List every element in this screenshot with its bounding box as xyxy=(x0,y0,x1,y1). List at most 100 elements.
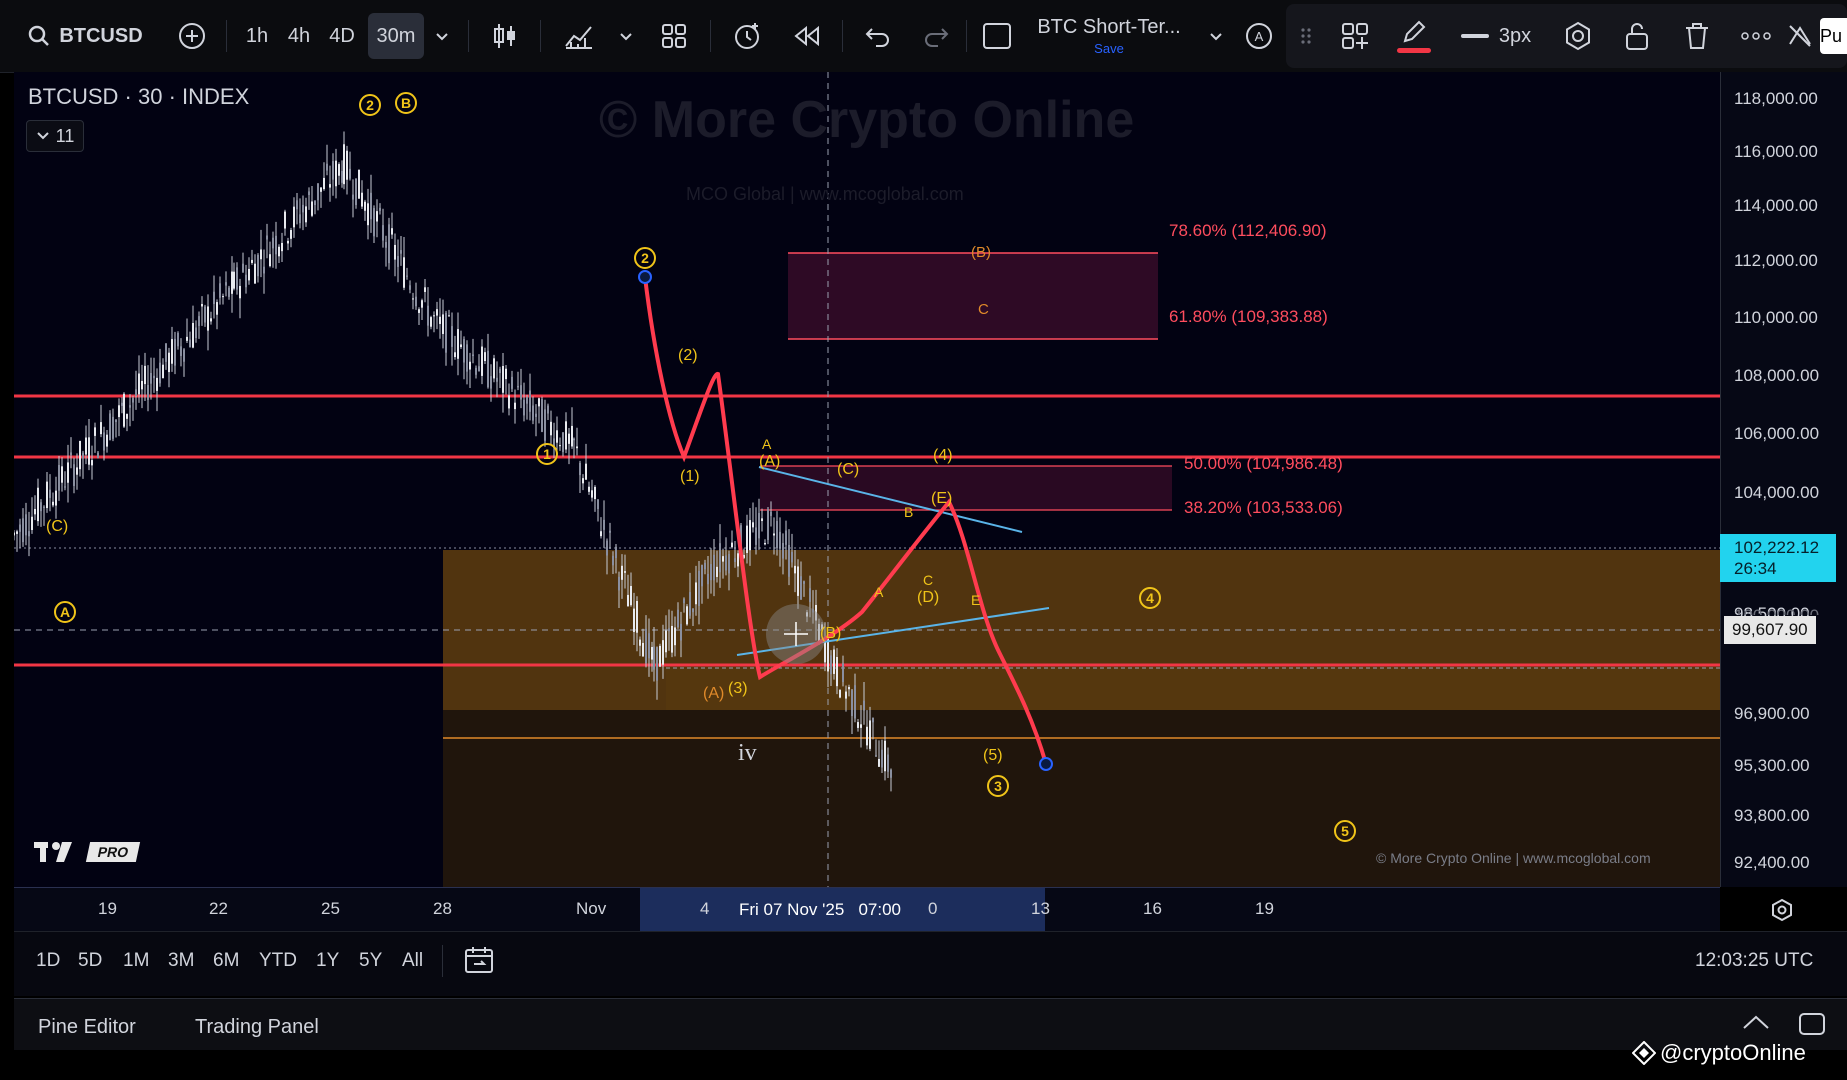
candle-body xyxy=(600,531,602,537)
delete-button[interactable] xyxy=(1680,0,1714,72)
wave-label-e: (E) xyxy=(931,490,953,507)
candle-body xyxy=(642,642,644,657)
candle-body xyxy=(14,532,15,536)
lock-button[interactable] xyxy=(1620,0,1654,72)
tab-trading-panel[interactable]: Trading Panel xyxy=(195,1016,319,1039)
credit-text: © More Crypto Online | www.mcoglobal.com xyxy=(1376,850,1651,866)
undo-button[interactable] xyxy=(862,0,894,72)
line-color-button[interactable] xyxy=(1394,0,1434,72)
range-1m[interactable]: 1M xyxy=(123,950,149,972)
alarm-clock-icon xyxy=(735,23,759,49)
settings-button[interactable] xyxy=(1560,0,1596,72)
candle-body xyxy=(204,306,206,323)
candle-body xyxy=(836,657,838,687)
rewind-icon xyxy=(794,25,819,47)
interval-4d[interactable]: 4D xyxy=(326,0,358,72)
layout-name-button[interactable]: BTC Short-Ter... Save xyxy=(1034,0,1184,72)
range-3m[interactable]: 3M xyxy=(168,950,194,972)
candle-body xyxy=(329,184,331,188)
maximize-panel-button[interactable] xyxy=(1798,1012,1826,1041)
indicators-dropdown[interactable] xyxy=(616,0,636,72)
range-all[interactable]: All xyxy=(402,950,423,972)
candle-body xyxy=(505,368,507,380)
collapse-panel-button[interactable] xyxy=(1742,1014,1770,1035)
indicators-button[interactable] xyxy=(562,0,596,72)
tab-pine-editor[interactable]: Pine Editor xyxy=(38,1016,136,1039)
undo-icon xyxy=(865,28,889,47)
hide-drawings-button[interactable] xyxy=(1786,0,1814,72)
interval-dropdown[interactable] xyxy=(432,0,452,72)
drag-handle[interactable] xyxy=(1296,0,1316,72)
candle-body xyxy=(165,343,167,362)
candle-body xyxy=(46,481,48,509)
layout-dropdown[interactable] xyxy=(1206,0,1226,72)
add-template-icon xyxy=(1342,23,1368,49)
crosshair-time-badge: Fri 07 Nov '25 07:00 xyxy=(731,890,909,930)
layout-name: BTC Short-Ter... xyxy=(1037,16,1181,38)
candle-body xyxy=(195,327,197,339)
candle-body xyxy=(594,486,596,500)
candle-body xyxy=(800,576,802,600)
price-tick: 92,400.00 xyxy=(1734,853,1810,872)
interval-4h[interactable]: 4h xyxy=(284,0,314,72)
template-button[interactable] xyxy=(1338,0,1372,72)
range-6m[interactable]: 6M xyxy=(213,950,239,972)
candle-body xyxy=(466,344,468,372)
price-tick: 106,000.00 xyxy=(1734,424,1820,443)
compare-add-button[interactable] xyxy=(172,0,212,72)
range-ytd[interactable]: YTD xyxy=(259,950,297,972)
chevron-down-icon xyxy=(620,33,632,41)
range-5d[interactable]: 5D xyxy=(78,950,102,972)
interval-1h[interactable]: 1h xyxy=(242,0,272,72)
range-5y[interactable]: 5Y xyxy=(359,950,382,972)
candle-body xyxy=(37,487,39,522)
candle-body xyxy=(323,177,325,190)
projection-start-handle[interactable] xyxy=(638,270,652,284)
candle-body xyxy=(591,490,593,498)
candle-body xyxy=(698,570,700,607)
auto-scale-button[interactable]: A xyxy=(1244,0,1274,72)
time-tick: 28 xyxy=(433,899,452,918)
publish-button[interactable]: Pu xyxy=(1820,18,1847,54)
wave-label-b-small: B xyxy=(904,504,914,520)
candle-body xyxy=(144,365,146,385)
range-1d[interactable]: 1D xyxy=(36,950,60,972)
goto-date-button[interactable] xyxy=(464,946,494,979)
candle-body xyxy=(103,432,105,451)
candle-body xyxy=(382,225,384,241)
fullscreen-button[interactable] xyxy=(980,0,1014,72)
projection-end-handle[interactable] xyxy=(1039,757,1053,771)
line-width-button[interactable]: 3px xyxy=(1456,0,1536,72)
redo-button[interactable] xyxy=(920,0,952,72)
candle-body xyxy=(478,366,480,372)
candle-body xyxy=(550,421,552,436)
fib-box-lower xyxy=(760,466,1172,510)
price-tick: 118,000.00 xyxy=(1734,89,1818,108)
candle-body xyxy=(869,720,871,749)
replay-button[interactable] xyxy=(790,0,824,72)
range-1y[interactable]: 1Y xyxy=(316,950,339,972)
chevron-down-icon xyxy=(1210,33,1222,41)
indicator-toggle[interactable]: 11 xyxy=(26,120,84,152)
candle-body xyxy=(242,263,244,272)
candle-body xyxy=(257,254,259,277)
layouts-button[interactable] xyxy=(658,0,690,72)
tradingview-logo: PRO xyxy=(32,840,141,864)
utc-clock[interactable]: 12:03:25 UTC xyxy=(1695,950,1813,972)
candle-body xyxy=(400,250,402,254)
candle-body xyxy=(866,726,868,746)
toolbar-divider xyxy=(468,20,469,52)
alert-button[interactable] xyxy=(728,0,766,72)
candle-body xyxy=(379,207,381,211)
candle-body xyxy=(67,462,69,483)
more-button[interactable] xyxy=(1738,0,1774,72)
candle-body xyxy=(367,203,369,226)
candle-body xyxy=(317,183,319,201)
axis-settings-button[interactable] xyxy=(1770,898,1794,927)
chart-type-button[interactable] xyxy=(490,0,520,72)
interval-30m[interactable]: 30m xyxy=(368,13,424,59)
candle-body xyxy=(314,200,316,206)
wave-label-paren-a: (A) xyxy=(759,453,781,470)
symbol-search-button[interactable]: BTCUSD xyxy=(20,0,150,72)
chart-pane[interactable]: © More Crypto Online MCO Global | www.mc… xyxy=(14,72,1720,887)
